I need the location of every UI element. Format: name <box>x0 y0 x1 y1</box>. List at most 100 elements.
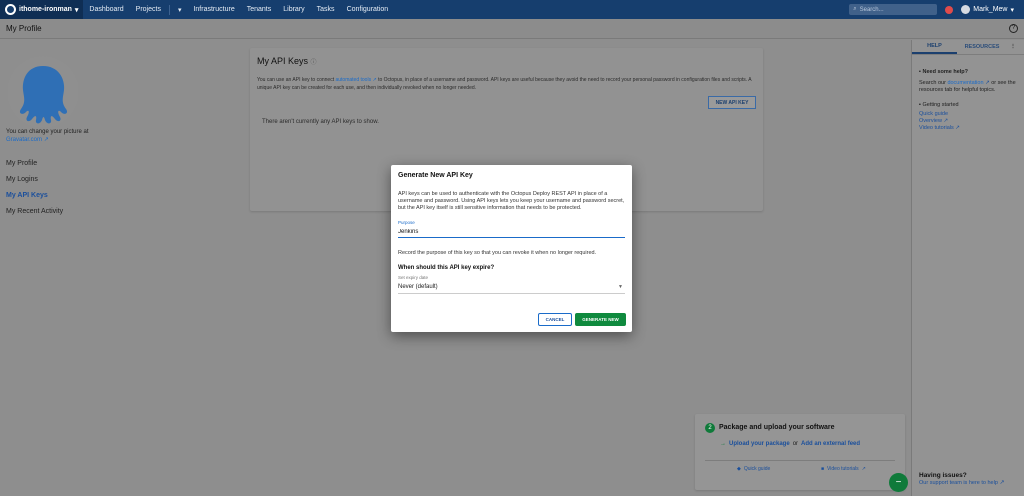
getting-started-title: Getting started <box>922 102 959 108</box>
need-help-text: Search our documentation ↗ or see the re… <box>919 80 1017 94</box>
nav-library[interactable]: Library <box>277 0 310 19</box>
quick-guide-footer[interactable]: ◆ Quick guide <box>737 466 770 472</box>
notification-icon[interactable] <box>945 5 954 14</box>
search-icon: ⌕ <box>853 6 857 12</box>
video-tutorials-label: Video tutorials <box>827 466 859 472</box>
gravatar-link[interactable]: Gravatar.com <box>6 137 42 143</box>
need-help-title: Need some help? <box>922 69 969 75</box>
projects-dropdown-icon[interactable]: ▾ <box>172 0 188 19</box>
external-link-icon: ↗ <box>372 77 377 83</box>
automated-tools-link[interactable]: automated tools <box>335 77 371 83</box>
cancel-button[interactable]: CANCEL <box>538 313 572 326</box>
purpose-label: Purpose <box>398 220 415 225</box>
octopus-avatar-icon <box>8 56 78 128</box>
getting-started-links: Quick guide Overview ↗ Video tutorials ↗ <box>919 111 1017 132</box>
onboarding-toggle-button[interactable]: − <box>889 473 908 492</box>
card-title: My API Keys ⓘ <box>257 56 317 66</box>
quick-guide-link[interactable]: Quick guide <box>919 111 1017 118</box>
book-icon: ▪ <box>919 69 921 75</box>
nav-tasks[interactable]: Tasks <box>311 0 341 19</box>
external-link-icon: ↗ <box>861 466 866 472</box>
nav-infrastructure[interactable]: Infrastructure <box>187 0 240 19</box>
divider <box>705 460 895 461</box>
compass-icon: ◆ <box>737 466 741 472</box>
top-nav: ithome-ironman ▾ Dashboard Projects ▾ In… <box>0 0 1024 19</box>
page-title: My Profile <box>6 24 42 33</box>
video-tutorials-footer[interactable]: ■ Video tutorials ↗ <box>821 466 866 472</box>
more-options-icon[interactable]: ⋮ <box>1007 40 1019 54</box>
chat-icon: ▪ <box>919 102 921 108</box>
api-keys-description: You can use an API key to connect automa… <box>257 76 757 92</box>
external-link-icon: ↗ <box>985 80 990 86</box>
onboarding-actions: → Upload your package or Add an external… <box>720 441 860 447</box>
need-help-section: ▪ Need some help? Search our documentati… <box>912 69 1024 132</box>
onboarding-card: 2 Package and upload your software → Upl… <box>695 414 905 490</box>
arrow-right-icon: → <box>720 441 726 447</box>
generate-api-key-dialog: Generate New API Key API keys can be use… <box>391 165 632 332</box>
user-name: Mark_Mew <box>973 6 1008 13</box>
page-header: My Profile ? <box>0 19 1024 39</box>
chevron-down-icon: ▾ <box>74 6 79 14</box>
nav-my-logins[interactable]: My Logins <box>6 172 116 188</box>
desc-pre: You can use an API key to connect <box>257 77 335 83</box>
external-link-icon: ↗ <box>43 137 49 143</box>
video-tutorials-link[interactable]: Video tutorials <box>919 125 954 131</box>
quick-guide-label: Quick guide <box>743 466 771 472</box>
search-input[interactable]: ⌕ Search... <box>849 4 938 15</box>
space-logo-icon <box>5 4 16 15</box>
card-title-text: My API Keys <box>257 56 309 66</box>
nav-my-api-keys[interactable]: My API Keys <box>6 188 116 204</box>
profile-nav: My Profile My Logins My API Keys My Rece… <box>6 156 116 220</box>
having-issues: Having issues? Our support team is here … <box>919 472 1005 486</box>
picture-help: You can change your picture at Gravatar.… <box>6 128 116 144</box>
nav-dashboard[interactable]: Dashboard <box>83 0 129 19</box>
search-placeholder: Search... <box>859 6 884 13</box>
chevron-down-icon: ▾ <box>1010 6 1014 14</box>
nav-separator <box>168 4 170 15</box>
space-switcher[interactable]: ithome-ironman ▾ <box>0 0 84 19</box>
expiry-question: When should this API key expire? <box>398 265 495 271</box>
dialog-title: Generate New API Key <box>398 172 473 179</box>
onboarding-title: Package and upload your software <box>719 424 835 431</box>
chevron-down-icon: ▼ <box>618 283 623 290</box>
user-menu[interactable]: Mark_Mew ▾ <box>961 5 1014 14</box>
documentation-link[interactable]: documentation <box>947 80 983 86</box>
avatar <box>961 5 971 14</box>
purpose-input[interactable] <box>398 226 625 238</box>
external-link-icon: ↗ <box>955 125 960 131</box>
space-name: ithome-ironman <box>19 6 72 13</box>
info-icon[interactable]: ⓘ <box>311 60 317 66</box>
help-icon[interactable]: ? <box>1009 24 1018 33</box>
dialog-description: API keys can be used to authenticate wit… <box>398 191 625 211</box>
upload-package-link[interactable]: Upload your package <box>729 441 790 447</box>
external-feed-link[interactable]: Add an external feed <box>801 441 860 447</box>
empty-state-text: There aren't currently any API keys to s… <box>262 119 379 125</box>
generate-new-button[interactable]: GENERATE NEW <box>575 313 626 326</box>
nav-configuration[interactable]: Configuration <box>341 0 395 19</box>
help-panel: HELP RESOURCES ⋮ ▪ Need some help? Searc… <box>911 40 1024 496</box>
or-text: or <box>792 441 799 447</box>
help-tabs: HELP RESOURCES ⋮ <box>912 40 1024 55</box>
getting-started-heading: ▪ Getting started <box>919 102 1017 109</box>
step-badge: 2 <box>705 423 715 433</box>
new-api-key-button[interactable]: NEW API KEY <box>708 96 756 109</box>
picture-text: You can change your picture at <box>6 129 89 135</box>
video-row: Video tutorials ↗ <box>919 125 1017 132</box>
overview-link[interactable]: Overview <box>919 118 942 124</box>
issues-title: Having issues? <box>919 472 967 479</box>
nav-tenants[interactable]: Tenants <box>241 0 278 19</box>
nav-projects[interactable]: Projects <box>130 0 167 19</box>
tab-resources[interactable]: RESOURCES <box>957 40 1007 54</box>
expiry-value: Never (default) <box>398 283 438 290</box>
expiry-select[interactable]: Never (default) ▼ <box>398 280 625 294</box>
profile-sidebar: You can change your picture at Gravatar.… <box>0 40 120 496</box>
tab-help[interactable]: HELP <box>912 40 957 54</box>
nav-my-recent-activity[interactable]: My Recent Activity <box>6 204 116 220</box>
external-link-icon: ↗ <box>943 118 949 124</box>
support-link[interactable]: Our support team is here to help <box>919 480 998 486</box>
video-icon: ■ <box>821 466 825 472</box>
need-help-pre: Search our <box>919 80 946 86</box>
nav-my-profile[interactable]: My Profile <box>6 156 116 172</box>
external-link-icon: ↗ <box>999 480 1005 486</box>
need-help-heading: ▪ Need some help? <box>919 69 1017 76</box>
